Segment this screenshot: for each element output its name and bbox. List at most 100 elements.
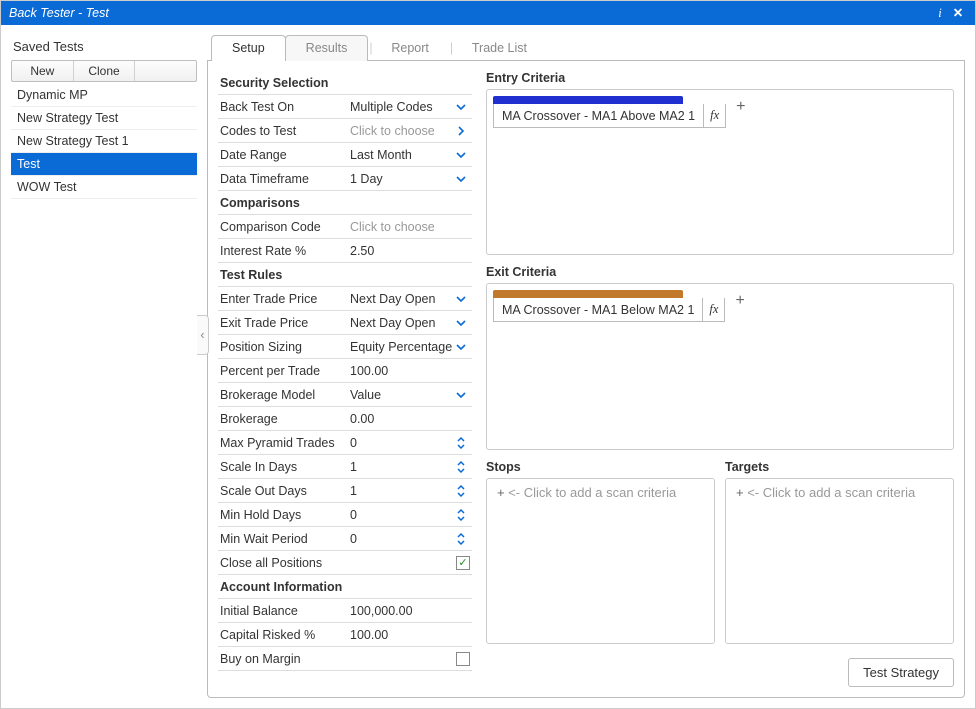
list-item[interactable]: New Strategy Test 1 — [11, 130, 197, 153]
field-initial-balance[interactable]: Initial Balance 100,000.00 — [218, 599, 472, 623]
field-value: Value — [350, 388, 456, 402]
field-label: Scale Out Days — [220, 484, 350, 498]
field-date-range[interactable]: Date Range Last Month — [218, 143, 472, 167]
exit-criteria-item[interactable]: MA Crossover - MA1 Below MA2 1 fx — [493, 290, 725, 322]
saved-tests-list: Dynamic MP New Strategy Test New Strateg… — [11, 84, 197, 199]
field-close-all-positions[interactable]: Close all Positions ✓ — [218, 551, 472, 575]
fx-icon[interactable]: fx — [702, 298, 724, 321]
field-label: Enter Trade Price — [220, 292, 350, 306]
field-buy-on-margin[interactable]: Buy on Margin — [218, 647, 472, 671]
field-value: Click to choose — [350, 124, 456, 138]
tab-setup[interactable]: Setup — [211, 35, 286, 61]
info-icon[interactable]: i — [931, 6, 949, 21]
field-max-pyramid-trades[interactable]: Max Pyramid Trades 0 — [218, 431, 472, 455]
window: Back Tester - Test i ✕ Saved Tests New C… — [0, 0, 976, 709]
stops-section: Stops + <- Click to add a scan criteria — [486, 460, 715, 644]
list-item[interactable]: Dynamic MP — [11, 84, 197, 107]
left-panel: Saved Tests New Clone Dynamic MP New Str… — [11, 35, 197, 698]
chevron-down-icon[interactable] — [456, 174, 470, 184]
tab-results[interactable]: Results — [285, 35, 369, 61]
field-value: 0.00 — [350, 412, 470, 426]
exit-criteria-section: Exit Criteria MA Crossover - MA1 Below M… — [486, 265, 954, 449]
criteria-text: MA Crossover - MA1 Below MA2 1 — [494, 299, 702, 321]
list-item[interactable]: WOW Test — [11, 176, 197, 199]
spinner-icon[interactable] — [456, 509, 470, 521]
list-item[interactable]: Test — [11, 153, 197, 176]
field-codes-to-test[interactable]: Codes to Test Click to choose — [218, 119, 472, 143]
chevron-down-icon[interactable] — [456, 342, 470, 352]
field-capital-risked[interactable]: Capital Risked % 100.00 — [218, 623, 472, 647]
spinner-icon[interactable] — [456, 533, 470, 545]
checkbox-checked-icon[interactable]: ✓ — [456, 556, 470, 570]
collapse-sidebar-handle[interactable]: ‹ — [197, 315, 209, 355]
field-min-hold-days[interactable]: Min Hold Days 0 — [218, 503, 472, 527]
entry-criteria-title: Entry Criteria — [486, 71, 954, 89]
list-item[interactable]: New Strategy Test — [11, 107, 197, 130]
field-exit-trade-price[interactable]: Exit Trade Price Next Day Open — [218, 311, 472, 335]
field-data-timeframe[interactable]: Data Timeframe 1 Day — [218, 167, 472, 191]
titlebar: Back Tester - Test i ✕ — [1, 1, 975, 25]
spinner-icon[interactable] — [456, 485, 470, 497]
field-label: Brokerage — [220, 412, 350, 426]
field-label: Capital Risked % — [220, 628, 350, 642]
add-entry-criteria-button[interactable]: + — [732, 96, 749, 118]
tab-report[interactable]: Report — [371, 36, 449, 61]
field-value: 2.50 — [350, 244, 470, 258]
field-brokerage[interactable]: Brokerage 0.00 — [218, 407, 472, 431]
field-label: Interest Rate % — [220, 244, 350, 258]
field-label: Exit Trade Price — [220, 316, 350, 330]
plus-icon: + — [497, 485, 505, 500]
toolbar-blank-button[interactable] — [135, 61, 196, 81]
stops-title: Stops — [486, 460, 715, 478]
chevron-down-icon[interactable] — [456, 102, 470, 112]
field-value: 0 — [350, 436, 456, 450]
section-comparisons: Comparisons — [218, 191, 472, 215]
field-value: Last Month — [350, 148, 456, 162]
field-brokerage-model[interactable]: Brokerage Model Value — [218, 383, 472, 407]
add-exit-criteria-button[interactable]: + — [731, 290, 748, 312]
field-label: Comparison Code — [220, 220, 350, 234]
field-value: 1 — [350, 460, 456, 474]
targets-box: + <- Click to add a scan criteria — [725, 478, 954, 644]
chevron-down-icon[interactable] — [456, 318, 470, 328]
chevron-down-icon[interactable] — [456, 294, 470, 304]
exit-criteria-title: Exit Criteria — [486, 265, 954, 283]
field-scale-out-days[interactable]: Scale Out Days 1 — [218, 479, 472, 503]
field-comparison-code[interactable]: Comparison Code Click to choose — [218, 215, 472, 239]
field-enter-trade-price[interactable]: Enter Trade Price Next Day Open — [218, 287, 472, 311]
checkbox-unchecked-icon[interactable] — [456, 652, 470, 666]
test-strategy-button[interactable]: Test Strategy — [848, 658, 954, 687]
add-stops-criteria-button[interactable]: + <- Click to add a scan criteria — [493, 483, 680, 502]
add-targets-criteria-button[interactable]: + <- Click to add a scan criteria — [732, 483, 919, 502]
field-label: Min Hold Days — [220, 508, 350, 522]
fx-icon[interactable]: fx — [703, 104, 725, 127]
clone-button[interactable]: Clone — [74, 61, 136, 81]
field-position-sizing[interactable]: Position Sizing Equity Percentage — [218, 335, 472, 359]
field-scale-in-days[interactable]: Scale In Days 1 — [218, 455, 472, 479]
field-label: Back Test On — [220, 100, 350, 114]
new-button[interactable]: New — [12, 61, 74, 81]
entry-criteria-box: MA Crossover - MA1 Above MA2 1 fx + — [486, 89, 954, 255]
spinner-icon[interactable] — [456, 461, 470, 473]
field-back-test-on[interactable]: Back Test On Multiple Codes — [218, 95, 472, 119]
body: Saved Tests New Clone Dynamic MP New Str… — [1, 25, 975, 708]
field-value: Click to choose — [350, 220, 470, 234]
criteria-color-bar — [493, 96, 683, 104]
chevron-down-icon[interactable] — [456, 150, 470, 160]
field-value: Next Day Open — [350, 292, 456, 306]
plus-icon: + — [736, 485, 744, 500]
entry-criteria-item[interactable]: MA Crossover - MA1 Above MA2 1 fx — [493, 96, 726, 128]
tab-trade-list[interactable]: Trade List — [452, 36, 547, 61]
field-interest-rate[interactable]: Interest Rate % 2.50 — [218, 239, 472, 263]
chevron-right-icon[interactable] — [456, 126, 470, 136]
field-min-wait-period[interactable]: Min Wait Period 0 — [218, 527, 472, 551]
section-security-selection: Security Selection — [218, 71, 472, 95]
close-icon[interactable]: ✕ — [949, 5, 967, 21]
window-title: Back Tester - Test — [9, 6, 931, 20]
field-percent-per-trade[interactable]: Percent per Trade 100.00 — [218, 359, 472, 383]
chevron-down-icon[interactable] — [456, 390, 470, 400]
field-label: Min Wait Period — [220, 532, 350, 546]
spinner-icon[interactable] — [456, 437, 470, 449]
targets-section: Targets + <- Click to add a scan criteri… — [725, 460, 954, 644]
footer: Test Strategy — [848, 658, 954, 687]
